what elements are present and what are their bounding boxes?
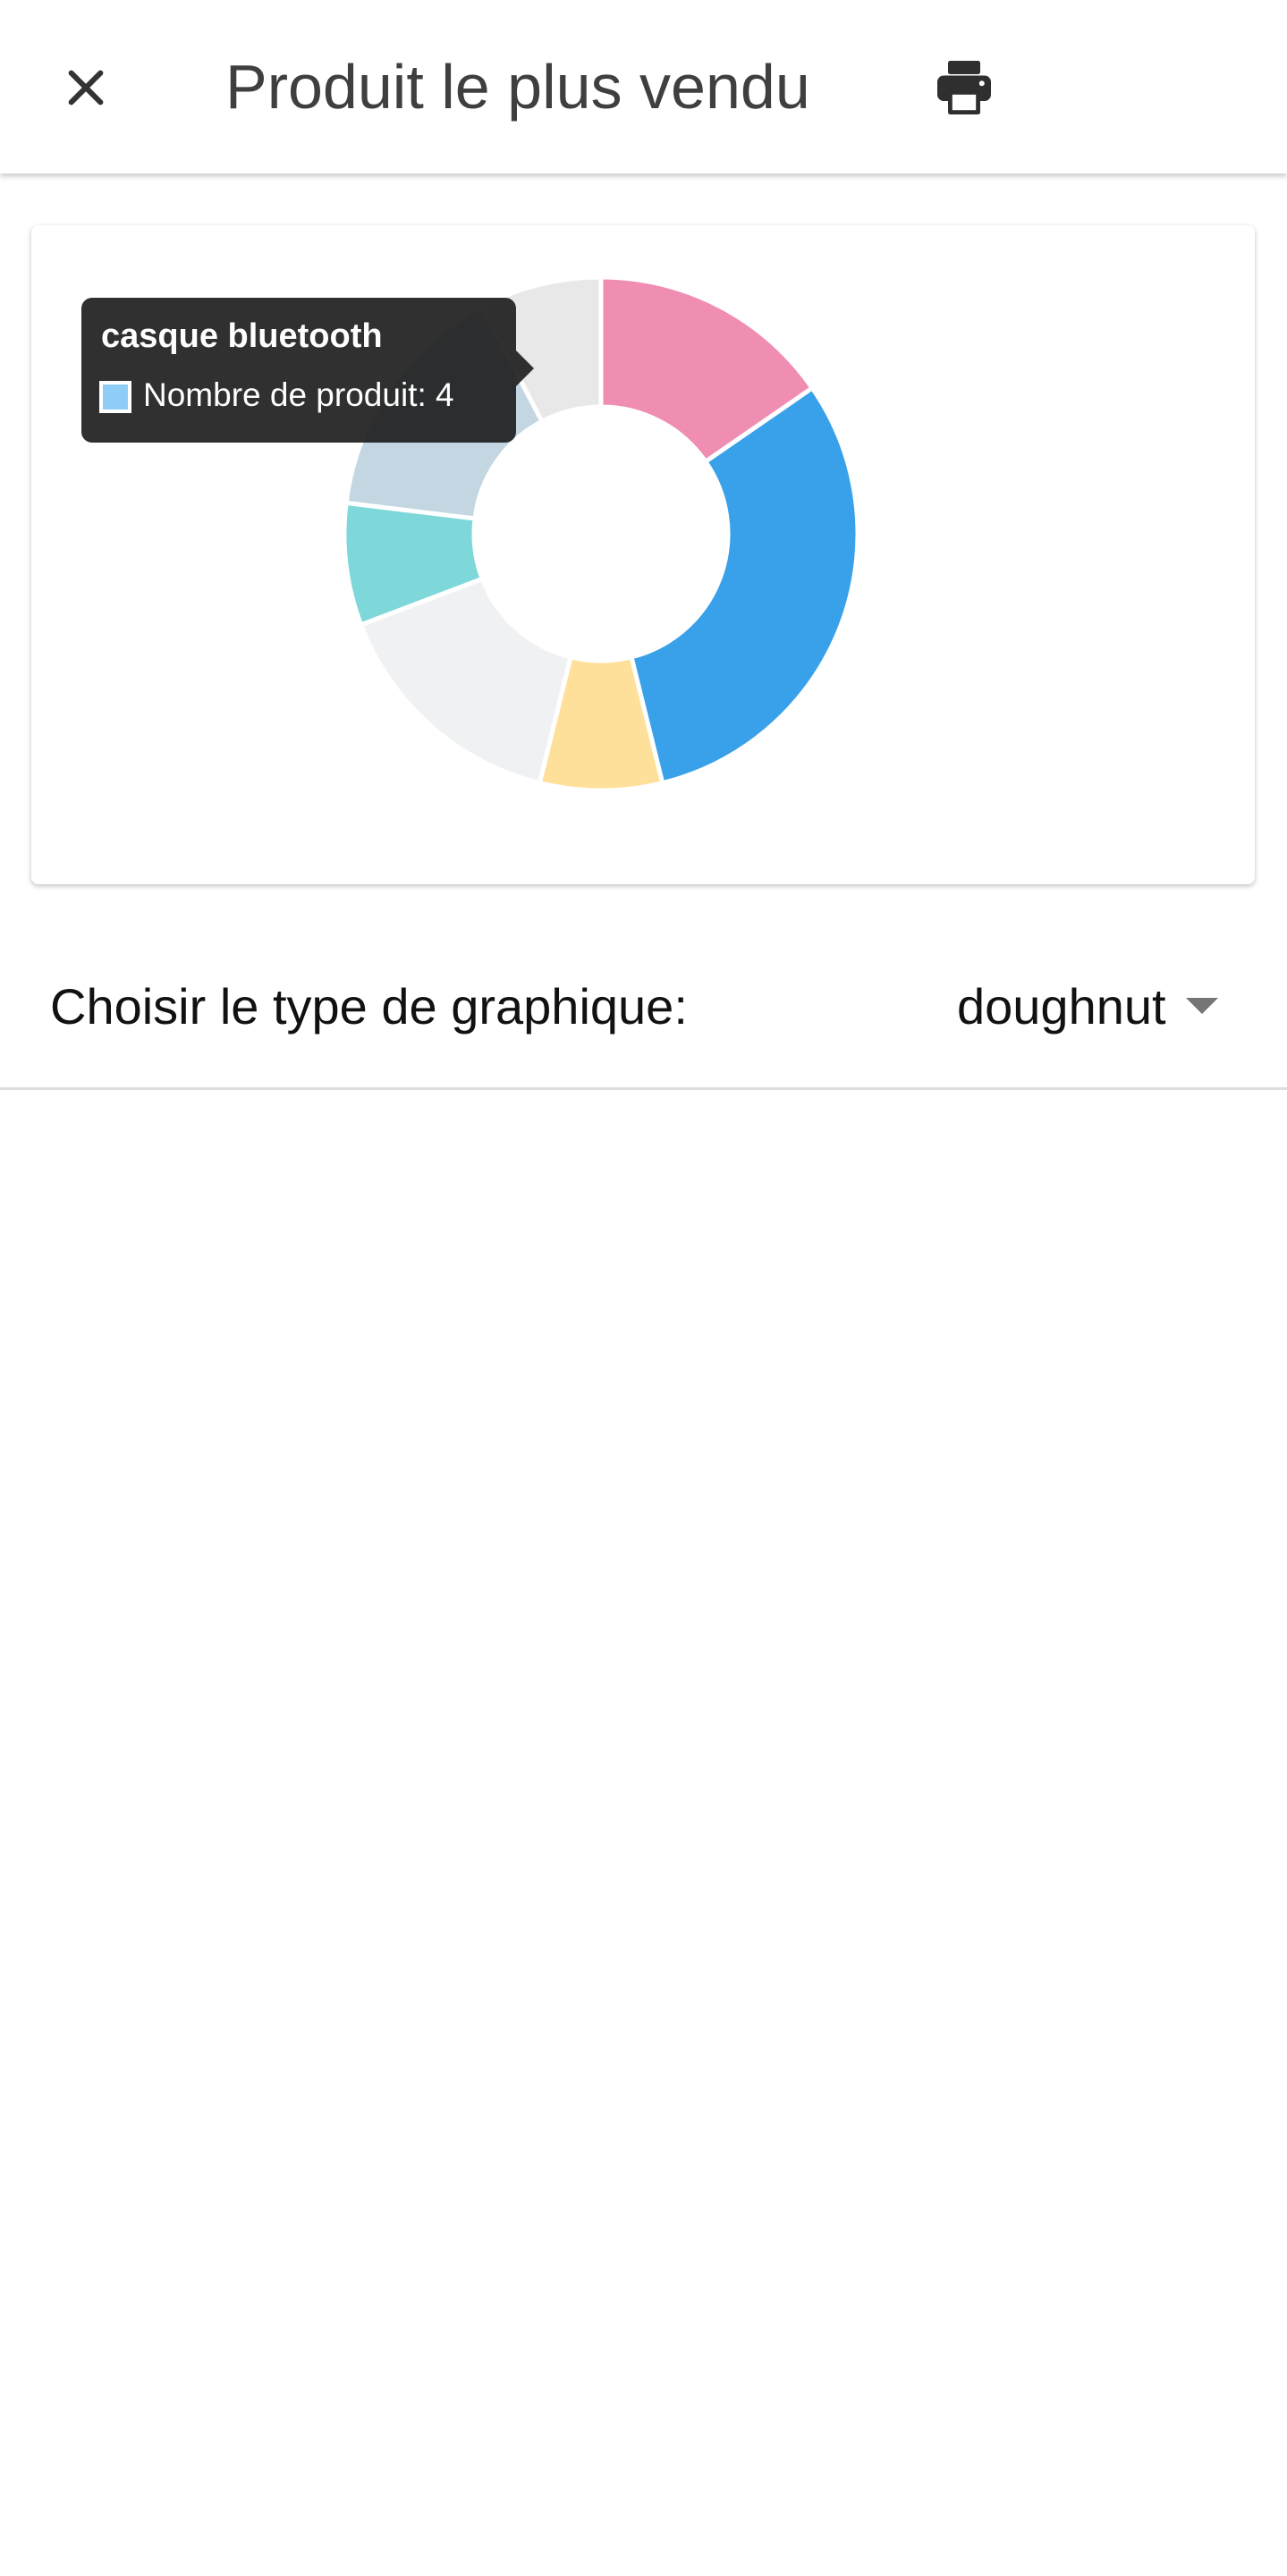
chart-type-select[interactable]: doughnut — [957, 948, 1261, 1064]
doughnut-slice[interactable] — [628, 384, 860, 786]
print-icon — [937, 61, 991, 114]
chart-tooltip: casque bluetooth Nombre de produit: 4 — [81, 298, 516, 443]
tooltip-title: casque bluetooth — [101, 317, 383, 355]
page-title: Produit le plus vendu — [225, 52, 810, 122]
app-toolbar: Produit le plus vendu — [0, 0, 1287, 173]
chart-type-row: Choisir le type de graphique: doughnut — [0, 948, 1287, 1090]
tooltip-color-swatch — [99, 381, 131, 413]
chart-type-label: Choisir le type de graphique: — [50, 977, 688, 1035]
chart-type-value: doughnut — [957, 977, 1166, 1035]
close-icon — [68, 70, 104, 106]
dropdown-arrow-icon — [1185, 998, 1218, 1014]
tooltip-caret — [516, 351, 534, 386]
tooltip-value: Nombre de produit: 4 — [143, 376, 454, 413]
print-button[interactable] — [921, 45, 1007, 131]
close-button[interactable] — [43, 45, 129, 131]
